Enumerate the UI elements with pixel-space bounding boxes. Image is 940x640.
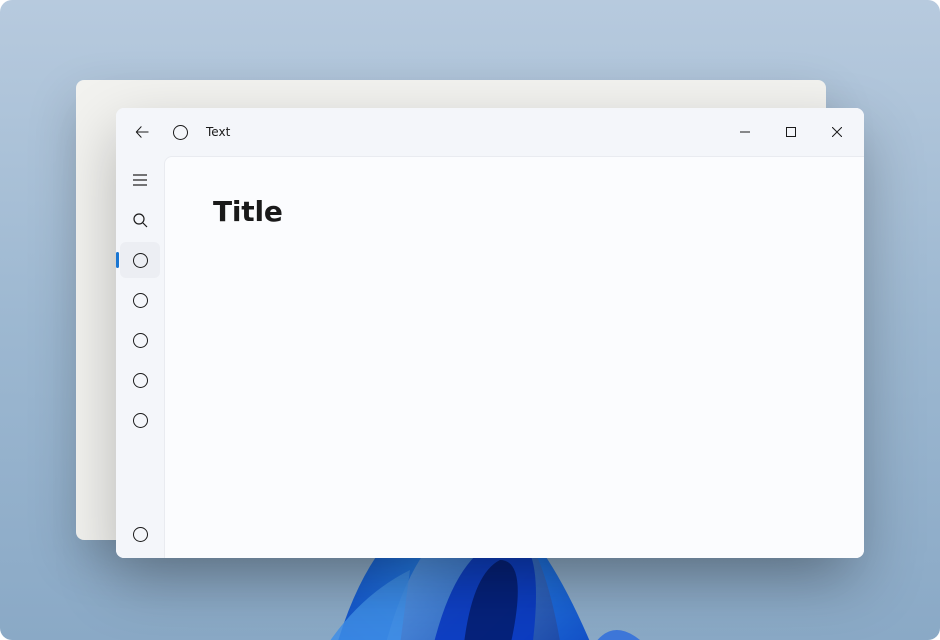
circle-icon bbox=[133, 253, 148, 268]
caption-buttons bbox=[722, 116, 860, 148]
search-icon bbox=[132, 212, 148, 228]
maximize-button[interactable] bbox=[768, 116, 814, 148]
minimize-icon bbox=[740, 127, 750, 137]
maximize-icon bbox=[786, 127, 796, 137]
content-area: Title bbox=[164, 156, 864, 558]
desktop-wallpaper: Text bbox=[0, 0, 940, 640]
nav-settings[interactable] bbox=[120, 516, 160, 552]
circle-icon bbox=[133, 373, 148, 388]
close-button[interactable] bbox=[814, 116, 860, 148]
circle-icon bbox=[133, 413, 148, 428]
nav-search[interactable] bbox=[120, 202, 160, 238]
circle-icon bbox=[133, 293, 148, 308]
circle-icon bbox=[173, 125, 188, 140]
titlebar[interactable]: Text bbox=[116, 108, 864, 156]
nav-item-4[interactable] bbox=[120, 362, 160, 398]
circle-icon bbox=[133, 527, 148, 542]
arrow-left-icon bbox=[135, 125, 149, 139]
back-button[interactable] bbox=[124, 114, 160, 150]
circle-icon bbox=[133, 333, 148, 348]
window-title: Text bbox=[206, 125, 230, 139]
minimize-button[interactable] bbox=[722, 116, 768, 148]
nav-item-3[interactable] bbox=[120, 322, 160, 358]
hamburger-icon bbox=[132, 172, 148, 188]
nav-item-5[interactable] bbox=[120, 402, 160, 438]
app-icon bbox=[170, 122, 190, 142]
close-icon bbox=[832, 127, 842, 137]
app-window: Text bbox=[116, 108, 864, 558]
nav-item-2[interactable] bbox=[120, 282, 160, 318]
page-title: Title bbox=[213, 195, 816, 228]
nav-item-1[interactable] bbox=[120, 242, 160, 278]
nav-menu-toggle[interactable] bbox=[120, 162, 160, 198]
nav-rail bbox=[116, 156, 164, 558]
